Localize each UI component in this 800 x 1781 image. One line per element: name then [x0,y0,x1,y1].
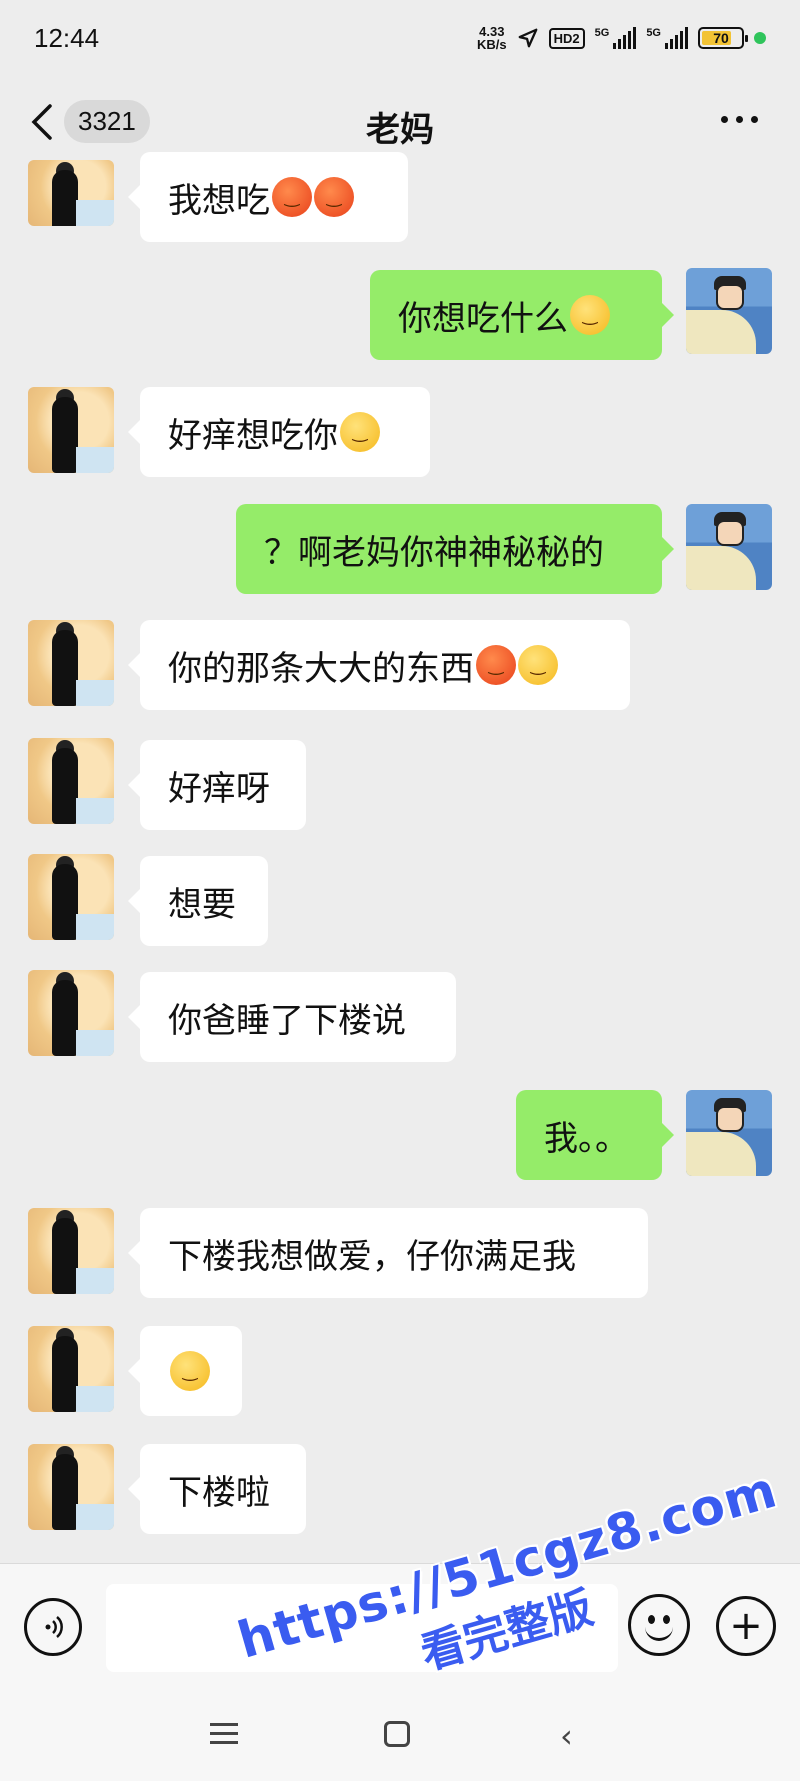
status-bar: 12:44 4.33 KB/s HD2 5G 5G 70 [0,0,800,76]
network-speed: 4.33 KB/s [476,24,507,52]
chat-title: 老妈 [366,110,434,150]
message-text: 想要 [168,884,236,925]
message-bubble[interactable]: 下楼我想做爱，仔你满足我 [128,1208,648,1298]
message-bubble[interactable]: 你的那条大大的东西 [128,620,630,710]
hd-badge: HD2 [548,27,585,49]
message-text: 我想吃 [168,180,270,221]
contact-avatar[interactable] [28,970,114,1056]
message-text: 好痒想吃你 [168,415,338,456]
message-bubble[interactable]: ？啊老妈你神神秘秘的 [236,504,674,594]
message-text: 你想吃什么 [398,298,568,339]
nav-back-icon[interactable]: ‹ [560,1717,573,1755]
menu-icon[interactable] [210,1723,238,1750]
contact-avatar[interactable] [28,854,114,940]
my-avatar[interactable] [686,504,772,590]
more-options-icon[interactable] [721,116,758,123]
signal-icon: 5G [595,27,637,49]
home-icon[interactable] [384,1721,410,1747]
location-arrow-icon [518,28,538,48]
message-bubble[interactable] [128,1326,242,1416]
contact-avatar[interactable] [28,160,114,226]
emoji-icon [314,177,354,217]
active-indicator [754,32,766,44]
message-bubble[interactable]: 下楼啦 [128,1444,306,1534]
voice-icon[interactable] [24,1598,82,1656]
message-text: 好痒呀 [168,768,270,809]
emoji-icon [518,645,558,685]
message-text: ？啊老妈你神神秘秘的 [264,532,604,573]
battery-icon: 70 [698,27,748,49]
clock: 12:44 [34,22,100,53]
emoji-icon [570,295,610,335]
signal-icon-2: 5G [646,27,688,49]
message-bubble[interactable]: 我。。 [516,1090,674,1180]
message-text: 下楼我想做爱，仔你满足我 [168,1236,576,1277]
my-avatar[interactable] [686,1090,772,1176]
message-bubble[interactable]: 好痒想吃你 [128,387,430,477]
message-bubble[interactable]: 我想吃 [128,152,408,242]
emoji-icon [340,412,380,452]
contact-avatar[interactable] [28,387,114,473]
message-text: 你爸睡了下楼说 [168,1000,406,1041]
message-text: 下楼啦 [168,1472,270,1513]
emoji-icon [476,645,516,685]
message-bubble[interactable]: 你想吃什么 [370,270,674,360]
contact-avatar[interactable] [28,738,114,824]
plus-icon[interactable]: + [716,1596,776,1656]
emoji-icon [272,177,312,217]
contact-avatar[interactable] [28,620,114,706]
message-text: 我。。 [544,1118,629,1159]
my-avatar[interactable] [686,268,772,354]
system-nav-bar: ‹ [0,1693,800,1781]
message-bubble[interactable]: 想要 [128,856,268,946]
emoji-icon [170,1351,210,1391]
contact-avatar[interactable] [28,1326,114,1412]
contact-avatar[interactable] [28,1444,114,1530]
message-bubble[interactable]: 好痒呀 [128,740,306,830]
message-text: 你的那条大大的东西 [168,648,474,689]
message-bubble[interactable]: 你爸睡了下楼说 [128,972,456,1062]
contact-avatar[interactable] [28,1208,114,1294]
chat-header: 3321 老妈 [0,86,800,158]
